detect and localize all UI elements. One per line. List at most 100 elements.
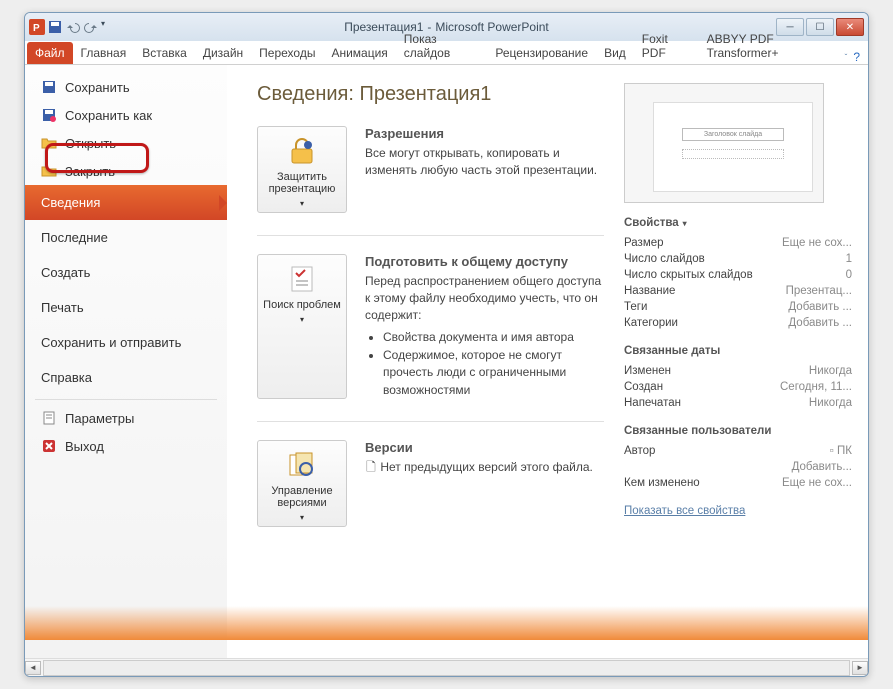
prepare-heading: Подготовить к общему доступу: [365, 254, 604, 269]
sidebar-item-label: Сохранить: [65, 80, 130, 95]
scroll-track[interactable]: [43, 660, 850, 676]
prop-key: Категории: [624, 317, 678, 329]
sidebar-item-help[interactable]: Справка: [25, 360, 227, 395]
options-icon: [41, 410, 57, 426]
sidebar-item-exit[interactable]: Выход: [25, 432, 227, 460]
sidebar-item-label: Выход: [65, 439, 104, 454]
permissions-body: Все могут открывать, копировать и изменя…: [365, 145, 604, 179]
sidebar-item-save[interactable]: Сохранить: [25, 73, 227, 101]
app-window: P ▾ Презентация1 - Microsoft PowerPoint …: [24, 12, 869, 677]
tab-design[interactable]: Дизайн: [195, 42, 251, 64]
prop-key: Число скрытых слайдов: [624, 269, 753, 281]
page-title: Сведения: Презентация1: [257, 83, 604, 106]
prop-key: Напечатан: [624, 397, 681, 409]
sidebar-item-open[interactable]: Открыть: [25, 129, 227, 157]
section-versions: Управление версиями ▾ Версии 🗋 Нет преды…: [257, 440, 604, 527]
prop-value[interactable]: Добавить ...: [788, 317, 852, 329]
prop-value: Еще не сох...: [782, 237, 852, 249]
scroll-left-button[interactable]: ◄: [25, 661, 41, 675]
checklist-icon: [286, 263, 318, 295]
save-icon[interactable]: [47, 19, 63, 35]
sidebar-separator: [35, 399, 217, 400]
folder-open-icon: [41, 135, 57, 151]
prop-value[interactable]: ▫ ПК: [830, 445, 852, 457]
prop-key: Теги: [624, 301, 647, 313]
ribbon-tabs: Файл Главная Вставка Дизайн Переходы Ани…: [25, 41, 868, 65]
sidebar-item-label: Открыть: [65, 136, 116, 151]
prop-value[interactable]: Добавить ...: [788, 301, 852, 313]
show-all-properties-link[interactable]: Показать все свойства: [624, 505, 745, 517]
add-author[interactable]: Добавить...: [792, 461, 852, 473]
related-dates-heading: Связанные даты: [624, 345, 852, 357]
sidebar-item-label: Последние: [41, 230, 108, 245]
tab-abbyy[interactable]: ABBYY PDF Transformer+: [699, 28, 845, 64]
sidebar-item-share[interactable]: Сохранить и отправить: [25, 325, 227, 360]
sidebar-item-info[interactable]: Сведения: [25, 185, 227, 220]
chevron-down-icon: ▾: [683, 219, 687, 228]
sidebar-item-label: Сохранить и отправить: [41, 335, 181, 350]
tab-view[interactable]: Вид: [596, 42, 634, 64]
scroll-right-button[interactable]: ►: [852, 661, 868, 675]
button-label: Управление версиями: [262, 485, 342, 509]
prop-value: 1: [846, 253, 852, 265]
sidebar-item-label: Закрыть: [65, 164, 115, 179]
backstage-sidebar: Сохранить Сохранить как Открыть Закрыть …: [25, 65, 227, 658]
properties-column: Заголовок слайда Свойства▾ Размер Еще не …: [624, 83, 852, 650]
tab-slideshow[interactable]: Показ слайдов: [396, 28, 488, 64]
thumbnail-subtitle-placeholder: [682, 149, 783, 159]
divider: [257, 421, 604, 422]
ribbon-minimize-icon[interactable]: ˇ: [845, 53, 848, 62]
prepare-item: Содержимое, которое не смогут прочесть л…: [383, 347, 604, 399]
tab-home[interactable]: Главная: [73, 42, 135, 64]
qat-dropdown-icon[interactable]: ▾: [101, 19, 117, 35]
svg-text:P: P: [33, 23, 40, 34]
sidebar-item-label: Сведения: [41, 195, 100, 210]
versions-icon: [286, 449, 318, 481]
tab-insert[interactable]: Вставка: [134, 42, 195, 64]
prop-key: Число слайдов: [624, 253, 705, 265]
manage-versions-button[interactable]: Управление версиями ▾: [257, 440, 347, 527]
tab-animations[interactable]: Анимация: [323, 42, 395, 64]
sidebar-item-print[interactable]: Печать: [25, 290, 227, 325]
redo-icon[interactable]: [83, 19, 99, 35]
undo-icon[interactable]: [65, 19, 81, 35]
prop-value[interactable]: Презентац...: [786, 285, 852, 297]
sidebar-item-save-as[interactable]: Сохранить как: [25, 101, 227, 129]
sidebar-item-options[interactable]: Параметры: [25, 404, 227, 432]
sidebar-item-recent[interactable]: Последние: [25, 220, 227, 255]
sidebar-item-label: Печать: [41, 300, 84, 315]
slide-thumbnail[interactable]: Заголовок слайда: [624, 83, 824, 203]
exit-icon: [41, 438, 57, 454]
backstage-main: Сведения: Презентация1 Защитить презента…: [227, 65, 868, 658]
protect-presentation-button[interactable]: Защитить презентацию ▾: [257, 126, 347, 213]
versions-heading: Версии: [365, 440, 604, 455]
tab-review[interactable]: Рецензирование: [487, 42, 596, 64]
prop-value: Сегодня, 11...: [780, 381, 852, 393]
lock-key-icon: [286, 135, 318, 167]
properties-dropdown[interactable]: Свойства▾: [624, 217, 852, 229]
tab-transitions[interactable]: Переходы: [251, 42, 323, 64]
prop-key: Автор: [624, 445, 655, 457]
prepare-body: Перед распространением общего доступа к …: [365, 273, 604, 323]
button-label: Поиск проблем: [263, 299, 341, 311]
sidebar-item-label: Создать: [41, 265, 90, 280]
save-as-icon: [41, 107, 57, 123]
sidebar-item-close[interactable]: Закрыть: [25, 157, 227, 185]
horizontal-scrollbar[interactable]: ◄ ►: [25, 658, 868, 676]
sidebar-item-label: Параметры: [65, 411, 134, 426]
info-column: Сведения: Презентация1 Защитить презента…: [257, 83, 604, 650]
thumbnail-title-placeholder: Заголовок слайда: [682, 128, 783, 141]
prop-key: Создан: [624, 381, 663, 393]
tab-file[interactable]: Файл: [27, 42, 73, 64]
check-issues-button[interactable]: Поиск проблем ▾: [257, 254, 347, 399]
sidebar-item-new[interactable]: Создать: [25, 255, 227, 290]
button-label: Защитить презентацию: [262, 171, 342, 195]
divider: [257, 235, 604, 236]
folder-close-icon: [41, 163, 57, 179]
prop-key: Размер: [624, 237, 664, 249]
help-icon[interactable]: ?: [853, 50, 860, 64]
permissions-heading: Разрешения: [365, 126, 604, 141]
prop-value: Еще не сох...: [782, 477, 852, 489]
prop-value: Никогда: [809, 365, 852, 377]
tab-foxit[interactable]: Foxit PDF: [634, 28, 699, 64]
